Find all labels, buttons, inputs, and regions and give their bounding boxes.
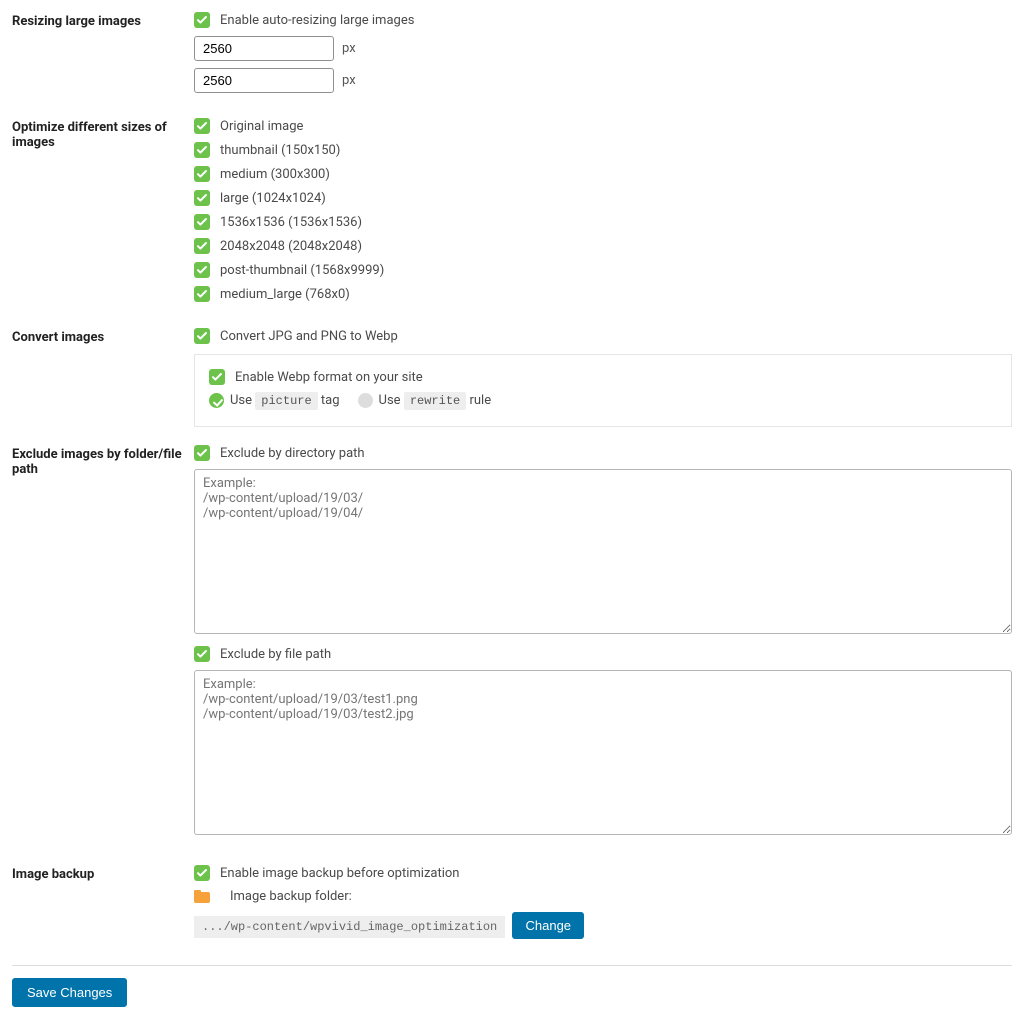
checkbox-enable-resize[interactable] [194,12,210,28]
checkbox-exclude-dir-label: Exclude by directory path [220,446,365,461]
checkbox-convert-webp-label: Convert JPG and PNG to Webp [220,329,398,344]
checkbox-exclude-file[interactable] [194,646,210,662]
webp-settings-box: Enable Webp format on your site Use pict… [194,354,1012,427]
section-label-sizes: Optimize different sizes of images [12,118,194,328]
size-option-label: post-thumbnail (1568x9999) [220,263,384,278]
checkbox-enable-resize-label: Enable auto-resizing large images [220,13,414,28]
unit-label: px [342,41,356,56]
unit-label: px [342,73,356,88]
size-option-label: 1536x1536 (1536x1536) [220,215,362,230]
resize-height-input[interactable] [194,68,334,93]
backup-folder-label: Image backup folder: [230,889,352,904]
section-label-convert: Convert images [12,328,194,445]
backup-path: .../wp-content/wpvivid_image_optimizatio… [194,916,505,938]
section-label-exclude: Exclude images by folder/file path [12,445,194,865]
checkbox-exclude-file-label: Exclude by file path [220,647,331,662]
radio-use-rewrite-label: Use rewrite rule [379,393,492,408]
checkbox-enable-backup-label: Enable image backup before optimization [220,866,459,881]
checkbox-size-option[interactable] [194,262,210,278]
size-option-label: 2048x2048 (2048x2048) [220,239,362,254]
size-option-label: large (1024x1024) [220,191,326,206]
exclude-file-textarea[interactable] [194,670,1012,835]
checkbox-enable-webp-label: Enable Webp format on your site [235,370,423,385]
folder-icon [194,890,210,903]
exclude-dir-textarea[interactable] [194,469,1012,634]
checkbox-size-option[interactable] [194,190,210,206]
checkbox-size-option[interactable] [194,142,210,158]
checkbox-convert-webp[interactable] [194,328,210,344]
checkbox-size-option[interactable] [194,214,210,230]
size-option-label: Original image [220,119,303,134]
divider [12,965,1012,966]
checkbox-size-option[interactable] [194,286,210,302]
section-label-resize: Resizing large images [12,12,194,118]
resize-width-input[interactable] [194,36,334,61]
section-label-backup: Image backup [12,865,194,957]
radio-use-picture[interactable] [209,393,224,408]
size-option-label: thumbnail (150x150) [220,143,340,158]
size-option-label: medium (300x300) [220,167,330,182]
radio-use-picture-label: Use picture tag [230,393,340,408]
checkbox-size-option[interactable] [194,166,210,182]
change-button[interactable]: Change [512,912,584,939]
sizes-container: Original image thumbnail (150x150) medium … [194,118,1012,328]
checkbox-exclude-dir[interactable] [194,445,210,461]
checkbox-enable-webp[interactable] [209,369,225,385]
size-option-label: medium_large (768x0) [220,287,350,302]
save-changes-button[interactable]: Save Changes [12,978,127,1007]
checkbox-enable-backup[interactable] [194,865,210,881]
radio-use-rewrite[interactable] [358,393,373,408]
checkbox-size-option[interactable] [194,118,210,134]
checkbox-size-option[interactable] [194,238,210,254]
